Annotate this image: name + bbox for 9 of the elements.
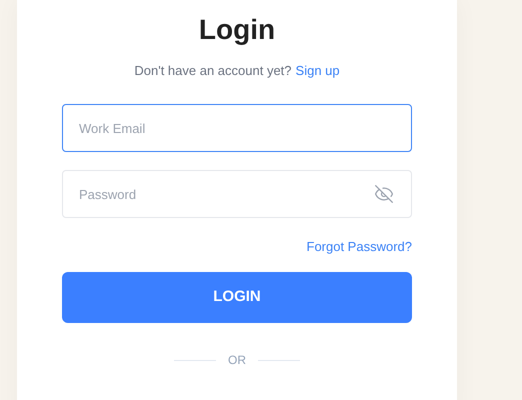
signup-link[interactable]: Sign up bbox=[296, 62, 340, 80]
eye-off-icon[interactable] bbox=[374, 184, 394, 204]
or-divider-label: OR bbox=[228, 352, 246, 369]
password-field[interactable]: Password bbox=[62, 170, 412, 218]
login-button[interactable]: LOGIN bbox=[62, 272, 412, 323]
email-field[interactable]: Work Email bbox=[62, 104, 412, 152]
login-title: Login bbox=[198, 13, 276, 47]
signup-prompt: Don't have an account yet? bbox=[134, 62, 292, 80]
forgot-password-link[interactable]: Forgot Password? bbox=[306, 238, 412, 256]
